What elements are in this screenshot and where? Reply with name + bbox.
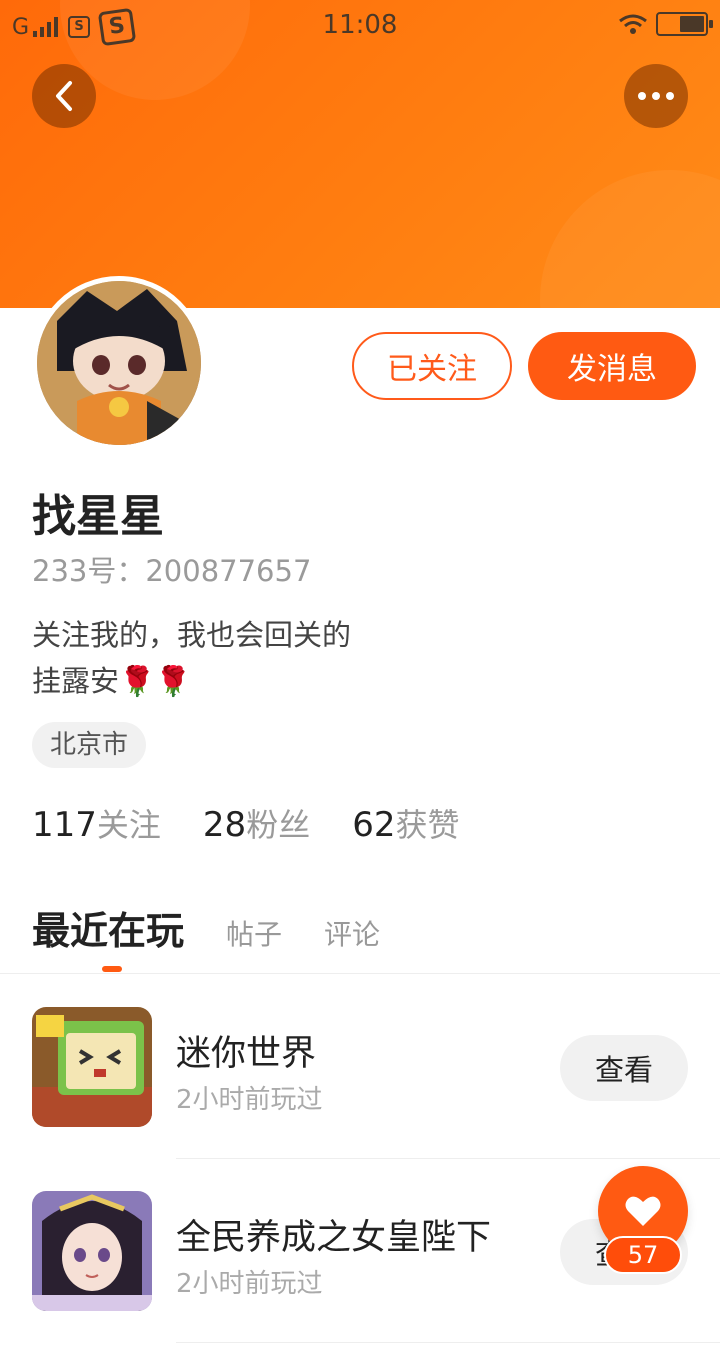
bio: 关注我的，我也会回关的 挂露安🌹🌹 [32,612,351,704]
tab-bar: 最近在玩 帖子 评论 [32,900,380,955]
stats-row: 117关注 28粉丝 62获赞 [32,800,459,846]
tab-comments[interactable]: 评论 [324,913,380,953]
game-row[interactable]: 迷你世界 2小时前玩过 查看 [0,975,720,1159]
stat-label: 获赞 [395,806,460,844]
bio-line: 挂露安🌹🌹 [32,658,351,704]
location-tag: 北京市 [32,722,147,768]
more-dots-icon [638,92,674,100]
heart-icon [625,1196,661,1226]
game-title: 全民养成之女皇陛下 [176,1218,492,1258]
stat-number: 28 [202,805,247,845]
bio-line: 关注我的，我也会回关的 [32,618,352,652]
wifi-icon [619,14,647,34]
game-title: 迷你世界 [176,1034,317,1074]
profile-name: 找星星 [32,491,164,542]
stat-followers[interactable]: 28粉丝 [203,800,310,846]
status-bar: G S S 11:08 [0,0,720,52]
divider [176,1342,720,1343]
tab-indicator [102,966,122,972]
chevron-left-icon [56,81,72,111]
clock: 11:08 [322,10,398,40]
send-message-button[interactable]: 发消息 [528,332,696,400]
status-bar-right [618,12,713,36]
game-last-played: 2小时前玩过 [176,1085,323,1115]
stat-label: 关注 [96,806,161,844]
stat-following[interactable]: 117关注 [32,800,161,846]
followed-button[interactable]: 已关注 [352,332,512,400]
avatar-image [37,281,201,445]
view-button[interactable]: 查看 [560,1035,688,1101]
game-last-played: 2小时前玩过 [176,1269,323,1299]
like-count-badge: 57 [604,1236,682,1274]
bio-line-text: 挂露安 [32,664,120,698]
stat-number: 117 [32,805,97,845]
divider [0,973,720,974]
game-icon [32,1191,152,1311]
game-icon [32,1007,152,1127]
avatar[interactable] [32,276,206,450]
rose-emoji: 🌹🌹 [119,664,192,698]
tab-posts[interactable]: 帖子 [226,913,282,953]
header-decoration [540,170,720,308]
stat-likes[interactable]: 62获赞 [352,800,459,846]
stat-label: 粉丝 [246,806,311,844]
stat-number: 62 [352,805,396,845]
user-id: 233号：200877657 [32,554,312,588]
tab-recently-played[interactable]: 最近在玩 [32,900,184,955]
back-button[interactable] [32,64,96,128]
more-button[interactable] [624,64,688,128]
battery-icon [656,12,713,36]
